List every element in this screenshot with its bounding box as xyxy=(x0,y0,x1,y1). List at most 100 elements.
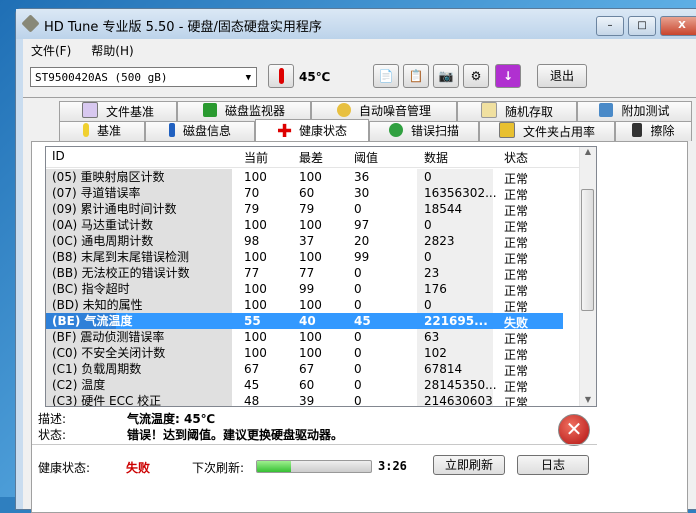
toolbar: ST9500420AS (500 gB) ▼ 45℃ 📄 📋 📷 ⚙ ↓ 退出 xyxy=(23,59,696,98)
cell-data: 0 xyxy=(424,218,432,232)
disk-monitor-icon xyxy=(202,103,217,117)
copy-all-icon[interactable]: 📋 xyxy=(403,64,429,88)
download-icon[interactable]: ↓ xyxy=(495,64,521,88)
table-row[interactable]: (BF) 震动侦测错误率 100 100 0 63 正常 xyxy=(46,329,579,346)
cell-id: (0A) 马达重试计数 xyxy=(46,217,232,233)
tab-disk-monitor[interactable]: 磁盘监视器 xyxy=(177,101,311,121)
menu-help[interactable]: 帮助(H) xyxy=(89,42,135,60)
col-threshold[interactable]: 阈值 xyxy=(354,149,378,166)
options-icon[interactable]: ⚙ xyxy=(463,64,489,88)
scroll-down-icon[interactable]: ▼ xyxy=(580,395,596,404)
drive-select[interactable]: ST9500420AS (500 gB) ▼ xyxy=(30,67,257,87)
tab-aam[interactable]: 自动噪音管理 xyxy=(311,101,457,121)
screenshot-camera-icon[interactable]: 📷 xyxy=(433,64,459,88)
tab-folder-usage[interactable]: 文件夹占用率 xyxy=(479,121,615,141)
col-data[interactable]: 数据 xyxy=(424,149,448,166)
cell-threshold: 0 xyxy=(354,362,362,376)
cell-threshold: 0 xyxy=(354,282,362,296)
cell-worst: 40 xyxy=(299,314,316,328)
cell-status: 正常 xyxy=(504,396,529,407)
tab-file-benchmark[interactable]: 文件基准 xyxy=(59,101,177,121)
tab-health[interactable]: ✚ 健康状态 xyxy=(255,119,369,141)
col-status[interactable]: 状态 xyxy=(504,149,528,166)
divider xyxy=(32,444,597,445)
cell-id: (BF) 震动侦测错误率 xyxy=(46,329,232,345)
cell-id: (BC) 指令超时 xyxy=(46,281,232,297)
cell-threshold: 20 xyxy=(354,234,370,248)
status-label: 状态: xyxy=(38,428,67,442)
table-row[interactable]: (C0) 不安全关闭计数 100 100 0 102 正常 xyxy=(46,345,579,362)
col-worst[interactable]: 最差 xyxy=(299,149,323,166)
tab-error-scan[interactable]: 错误扫描 xyxy=(369,121,479,141)
exit-button[interactable]: 退出 xyxy=(537,64,587,88)
table-row[interactable]: (BD) 未知的属性 100 100 0 0 正常 xyxy=(46,297,579,314)
tab-row-1: 文件基准 磁盘监视器 自动噪音管理 随机存取 附加测试 xyxy=(59,101,692,121)
cell-data: 176 xyxy=(424,282,447,296)
drive-select-value: ST9500420AS (500 gB) xyxy=(35,71,168,84)
table-row[interactable]: (09) 累计通电时间计数 79 79 0 18544 正常 xyxy=(46,201,579,218)
random-access-icon xyxy=(480,102,497,118)
scroll-up-icon[interactable]: ▲ xyxy=(580,147,596,156)
refresh-progress-bar xyxy=(256,460,372,473)
minimize-button[interactable]: – xyxy=(596,16,624,36)
table-row[interactable]: (0A) 马达重试计数 100 100 97 0 正常 xyxy=(46,217,579,234)
close-button[interactable]: X xyxy=(660,16,696,36)
scroll-thumb[interactable] xyxy=(581,189,594,311)
table-row[interactable]: (C1) 负载周期数 67 67 0 67814 正常 xyxy=(46,361,579,378)
vertical-scrollbar[interactable]: ▲ ▼ xyxy=(579,147,596,406)
table-row[interactable]: (05) 重映射扇区计数 100 100 36 0 正常 xyxy=(46,169,579,186)
cell-current: 67 xyxy=(244,362,260,376)
tab-extra-tests[interactable]: 附加测试 xyxy=(577,101,692,121)
next-refresh-label: 下次刷新: xyxy=(192,461,245,475)
cell-id: (C3) 硬件 ECC 校正 xyxy=(46,393,232,406)
cell-data: 0 xyxy=(424,298,432,312)
tab-benchmark[interactable]: 基准 xyxy=(59,121,145,141)
col-id[interactable]: ID xyxy=(52,149,65,163)
table-row[interactable]: (C2) 温度 45 60 0 28145350... 正常 xyxy=(46,377,579,394)
menu-file[interactable]: 文件(F) xyxy=(29,42,73,60)
cell-worst: 100 xyxy=(299,218,322,232)
tab-disk-info[interactable]: 磁盘信息 xyxy=(145,121,255,141)
tab-random-access[interactable]: 随机存取 xyxy=(457,101,577,121)
menu-bar: 文件(F) 帮助(H) xyxy=(29,42,136,60)
window-title: HD Tune 专业版 5.50 - 硬盘/固态硬盘实用程序 xyxy=(44,20,322,35)
cell-data: 16356302... xyxy=(424,186,497,200)
cell-data: 28145350... xyxy=(424,378,497,392)
table-row[interactable]: (BE) 气流温度 55 40 45 221695... 失败 xyxy=(46,313,563,330)
cell-data: 0 xyxy=(424,250,432,264)
cell-threshold: 0 xyxy=(354,298,362,312)
table-row[interactable]: (BB) 无法校正的错误计数 77 77 0 23 正常 xyxy=(46,265,579,282)
cell-current: 100 xyxy=(244,282,267,296)
folder-icon xyxy=(498,122,515,138)
tab-erase[interactable]: 擦除 xyxy=(615,121,692,141)
cell-threshold: 0 xyxy=(354,346,362,360)
refresh-now-button[interactable]: 立即刷新 xyxy=(433,455,505,475)
cell-current: 55 xyxy=(244,314,261,328)
table-row[interactable]: (07) 寻道错误率 70 60 30 16356302... 正常 xyxy=(46,185,579,202)
maximize-button[interactable]: □ xyxy=(628,16,656,36)
cell-data: 63 xyxy=(424,330,440,344)
cell-id: (B8) 末尾到末尾错误检测 xyxy=(46,249,232,265)
cell-worst: 100 xyxy=(299,346,322,360)
cell-current: 100 xyxy=(244,346,267,360)
col-current[interactable]: 当前 xyxy=(244,149,268,166)
copy-text-icon[interactable]: 📄 xyxy=(373,64,399,88)
table-row[interactable]: (B8) 末尾到末尾错误检测 100 100 99 0 正常 xyxy=(46,249,579,266)
error-icon: ✕ xyxy=(558,414,590,446)
table-row[interactable]: (0C) 通电周期计数 98 37 20 2823 正常 xyxy=(46,233,579,250)
thermometer-icon[interactable] xyxy=(268,64,294,88)
table-row[interactable]: (BC) 指令超时 100 99 0 176 正常 xyxy=(46,281,579,298)
cell-threshold: 97 xyxy=(354,218,370,232)
cell-threshold: 30 xyxy=(354,186,370,200)
cell-current: 100 xyxy=(244,298,267,312)
cell-worst: 100 xyxy=(299,298,322,312)
cell-worst: 100 xyxy=(299,250,322,264)
cell-data: 2823 xyxy=(424,234,455,248)
cell-threshold: 0 xyxy=(354,378,362,392)
log-button[interactable]: 日志 xyxy=(517,455,589,475)
table-row[interactable]: (C3) 硬件 ECC 校正 48 39 0 214630603 正常 xyxy=(46,393,579,407)
cell-worst: 60 xyxy=(299,378,315,392)
cell-current: 100 xyxy=(244,250,267,264)
cell-id: (C0) 不安全关闭计数 xyxy=(46,345,232,361)
smart-table[interactable]: ID 当前 最差 阈值 数据 状态 (05) 重映射扇区计数 100 100 36 0 正… xyxy=(45,146,597,407)
